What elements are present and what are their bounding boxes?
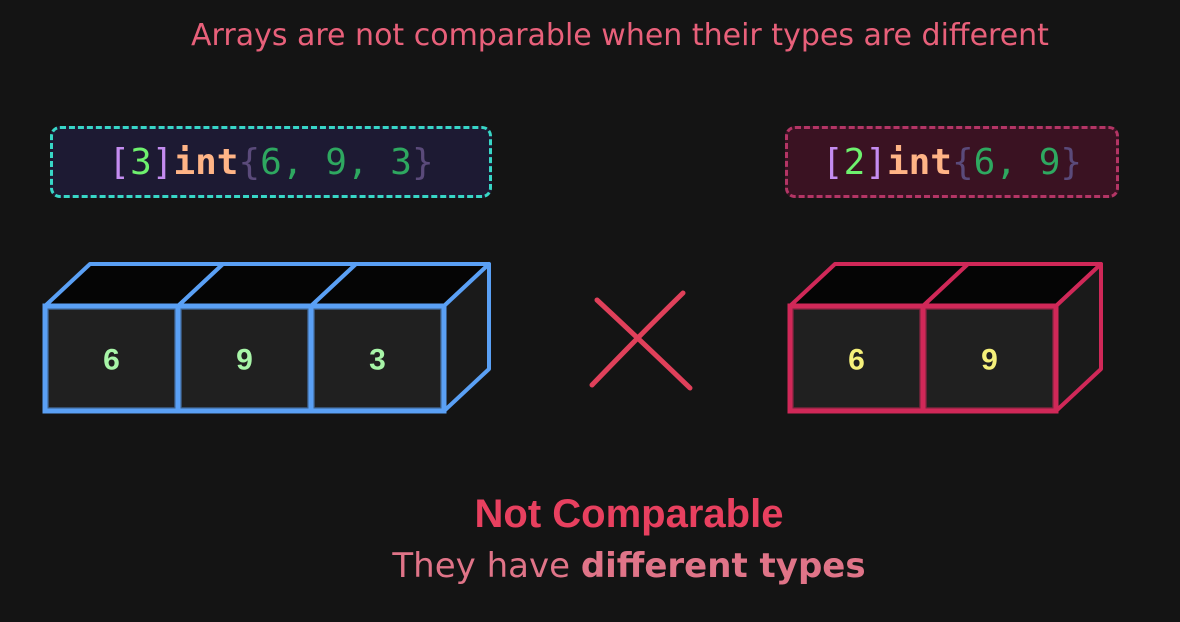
- cross-icon: [589, 290, 693, 391]
- verdict-heading: Not Comparable: [474, 492, 784, 536]
- left-box-value-2: 3: [369, 344, 386, 377]
- right-box-value-1: 9: [981, 344, 998, 377]
- right-box-value-0: 6: [848, 344, 865, 377]
- verdict-subtitle-prefix: They have: [392, 546, 581, 586]
- right-array-boxes: 69: [787, 262, 1103, 414]
- verdict-subtitle-emphasis: different types: [580, 546, 866, 586]
- left-box-value-0: 6: [103, 344, 120, 377]
- verdict-subtitle: They have different types: [0, 546, 1180, 586]
- left-array-boxes: 6 9 3: [42, 262, 491, 414]
- left-box-value-1: 9: [236, 344, 253, 377]
